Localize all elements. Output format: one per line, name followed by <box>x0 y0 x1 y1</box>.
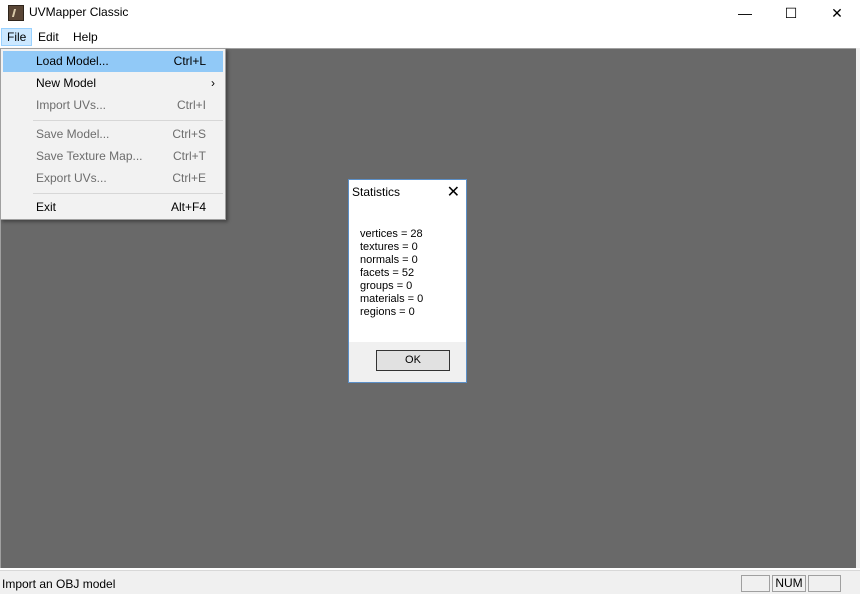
menu-item-label: Import UVs... <box>36 98 107 112</box>
menu-item-save-texture-map[interactable]: Save Texture Map... Ctrl+T <box>3 146 223 167</box>
menu-item-shortcut: Ctrl+I <box>176 98 206 112</box>
title-bar: UVMapper Classic — ☐ ✕ <box>0 0 860 26</box>
menu-file[interactable]: File <box>1 28 33 46</box>
status-pane-num: NUM <box>772 575 806 592</box>
uvmapper-app-icon <box>8 5 24 21</box>
stat-vertices: vertices = 28 <box>360 228 423 240</box>
menu-item-exit[interactable]: Exit Alt+F4 <box>3 197 223 218</box>
menu-item-label: Save Model... <box>36 127 110 141</box>
status-pane-scroll <box>808 575 841 592</box>
maximize-button[interactable]: ☐ <box>768 0 814 26</box>
menu-separator <box>33 193 223 194</box>
dialog-close-icon[interactable]: ✕ <box>447 182 460 202</box>
stat-regions: regions = 0 <box>360 306 415 318</box>
menu-bar: File Edit Help <box>0 27 860 47</box>
file-menu-dropdown: Load Model... Ctrl+L New Model › Import … <box>0 48 226 220</box>
status-bar: Import an OBJ model NUM <box>0 570 860 594</box>
stat-facets: facets = 52 <box>360 267 415 279</box>
stat-normals: normals = 0 <box>360 254 418 266</box>
window-title: UVMapper Classic <box>29 5 129 19</box>
menu-item-shortcut: Ctrl+T <box>173 149 206 163</box>
dialog-title: Statistics <box>352 185 401 199</box>
stat-materials: materials = 0 <box>360 293 424 305</box>
stat-textures: textures = 0 <box>360 241 418 253</box>
menu-item-export-uvs[interactable]: Export UVs... Ctrl+E <box>3 168 223 189</box>
status-message: Import an OBJ model <box>2 577 116 591</box>
menu-item-label: Exit <box>36 200 57 214</box>
menu-item-shortcut: Alt+F4 <box>170 200 206 214</box>
menu-item-label: Load Model... <box>36 54 109 68</box>
menu-help[interactable]: Help <box>68 28 103 46</box>
chevron-right-icon: › <box>211 76 215 90</box>
menu-item-label: New Model <box>36 76 97 90</box>
menu-edit[interactable]: Edit <box>33 28 64 46</box>
workspace-edge <box>856 48 860 568</box>
menu-item-load-model[interactable]: Load Model... Ctrl+L <box>3 51 223 72</box>
menu-item-shortcut: Ctrl+S <box>172 127 206 141</box>
status-pane-caps <box>741 575 770 592</box>
menu-item-import-uvs[interactable]: Import UVs... Ctrl+I <box>3 95 223 116</box>
dialog-footer: OK <box>349 342 466 382</box>
menu-item-label: Export UVs... <box>36 171 107 185</box>
menu-item-new-model[interactable]: New Model › <box>3 73 223 94</box>
menu-item-label: Save Texture Map... <box>36 149 143 163</box>
close-button[interactable]: ✕ <box>814 0 860 26</box>
menu-separator <box>33 120 223 121</box>
statistics-list: vertices = 28 textures = 0 normals = 0 f… <box>360 228 423 319</box>
menu-item-shortcut: Ctrl+L <box>173 54 206 68</box>
stat-groups: groups = 0 <box>360 280 413 292</box>
menu-item-save-model[interactable]: Save Model... Ctrl+S <box>3 124 223 145</box>
close-icon: ✕ <box>831 4 843 21</box>
maximize-icon: ☐ <box>784 4 798 21</box>
statistics-dialog: Statistics ✕ vertices = 28 textures = 0 … <box>348 179 467 383</box>
ok-button[interactable]: OK <box>376 350 450 371</box>
minimize-icon: — <box>738 5 752 21</box>
menu-item-shortcut: Ctrl+E <box>172 171 206 185</box>
minimize-button[interactable]: — <box>722 0 768 26</box>
